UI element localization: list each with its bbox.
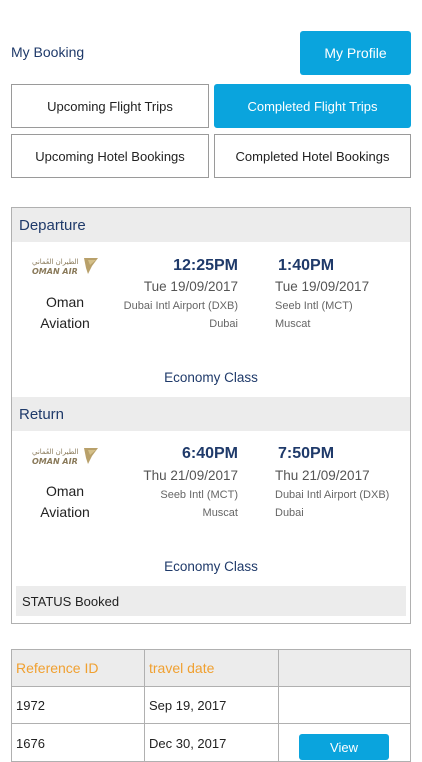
reference-id-cell: 1972 — [12, 687, 145, 723]
departure-city: Dubai — [209, 318, 238, 330]
arrival-date: Tue 19/09/2017 — [275, 279, 370, 294]
page-title: My Booking — [11, 44, 85, 60]
table-header-row: Reference ID travel date — [12, 650, 410, 687]
airline-line1: Oman — [45, 294, 85, 310]
table-row: 1972 Sep 19, 2017 — [12, 687, 410, 724]
return-departure-city: Muscat — [202, 507, 238, 519]
reference-id-cell: 1676 — [12, 724, 145, 761]
departure-heading: Departure — [12, 208, 410, 242]
travel-date-cell: Dec 30, 2017 — [145, 724, 279, 761]
column-header-action — [279, 650, 410, 686]
view-button[interactable]: View — [299, 734, 389, 760]
svg-text:OMAN AIR: OMAN AIR — [32, 457, 78, 466]
tab-completed-hotel-bookings[interactable]: Completed Hotel Bookings — [214, 134, 411, 178]
departure-time: 12:25PM — [173, 257, 238, 274]
bookings-table: Reference ID travel date 1972 Sep 19, 20… — [11, 649, 411, 762]
tab-upcoming-flight-trips[interactable]: Upcoming Flight Trips — [11, 84, 209, 128]
airline-name: Oman Aviation — [20, 292, 110, 334]
svg-text:OMAN AIR: OMAN AIR — [32, 267, 78, 276]
airline-line2: Aviation — [40, 315, 90, 331]
svg-text:الطيران العُماني: الطيران العُماني — [32, 448, 79, 456]
return-class: Economy Class — [164, 559, 258, 574]
tab-completed-flight-trips[interactable]: Completed Flight Trips — [214, 84, 411, 128]
airline-line2: Aviation — [40, 504, 90, 520]
status-badge: STATUS Booked — [16, 586, 406, 616]
action-cell: View — [279, 724, 410, 761]
return-arrival-date: Thu 21/09/2017 — [275, 468, 370, 483]
return-arrival-city: Dubai — [275, 507, 304, 519]
column-header-travel-date: travel date — [145, 650, 279, 686]
tab-upcoming-hotel-bookings[interactable]: Upcoming Hotel Bookings — [11, 134, 209, 178]
svg-text:الطيران العُماني: الطيران العُماني — [32, 258, 79, 266]
departure-airport: Dubai Intl Airport (DXB) — [123, 300, 238, 312]
airline-name: Oman Aviation — [20, 481, 110, 523]
return-arrival-time: 7:50PM — [278, 445, 335, 462]
travel-date-cell: Sep 19, 2017 — [145, 687, 279, 723]
arrival-city: Muscat — [275, 318, 311, 330]
arrival-airport: Seeb Intl (MCT) — [275, 300, 353, 312]
return-departure-airport: Seeb Intl (MCT) — [160, 489, 238, 501]
return-heading: Return — [12, 397, 410, 431]
my-profile-button[interactable]: My Profile — [300, 31, 411, 75]
departure-class: Economy Class — [164, 370, 258, 385]
column-header-reference-id: Reference ID — [12, 650, 145, 686]
action-cell — [279, 687, 410, 723]
oman-air-logo: الطيران العُماني OMAN AIR — [32, 256, 102, 278]
airline-line1: Oman — [45, 483, 85, 499]
departure-date: Tue 19/09/2017 — [143, 279, 238, 294]
return-departure-date: Thu 21/09/2017 — [143, 468, 238, 483]
booking-card: Departure الطيران العُماني OMAN AIR Oman… — [11, 207, 411, 624]
oman-air-logo: الطيران العُماني OMAN AIR — [32, 446, 102, 468]
table-row: 1676 Dec 30, 2017 View — [12, 724, 410, 761]
arrival-time: 1:40PM — [278, 257, 335, 274]
return-departure-time: 6:40PM — [181, 445, 238, 462]
return-arrival-airport: Dubai Intl Airport (DXB) — [275, 489, 390, 501]
